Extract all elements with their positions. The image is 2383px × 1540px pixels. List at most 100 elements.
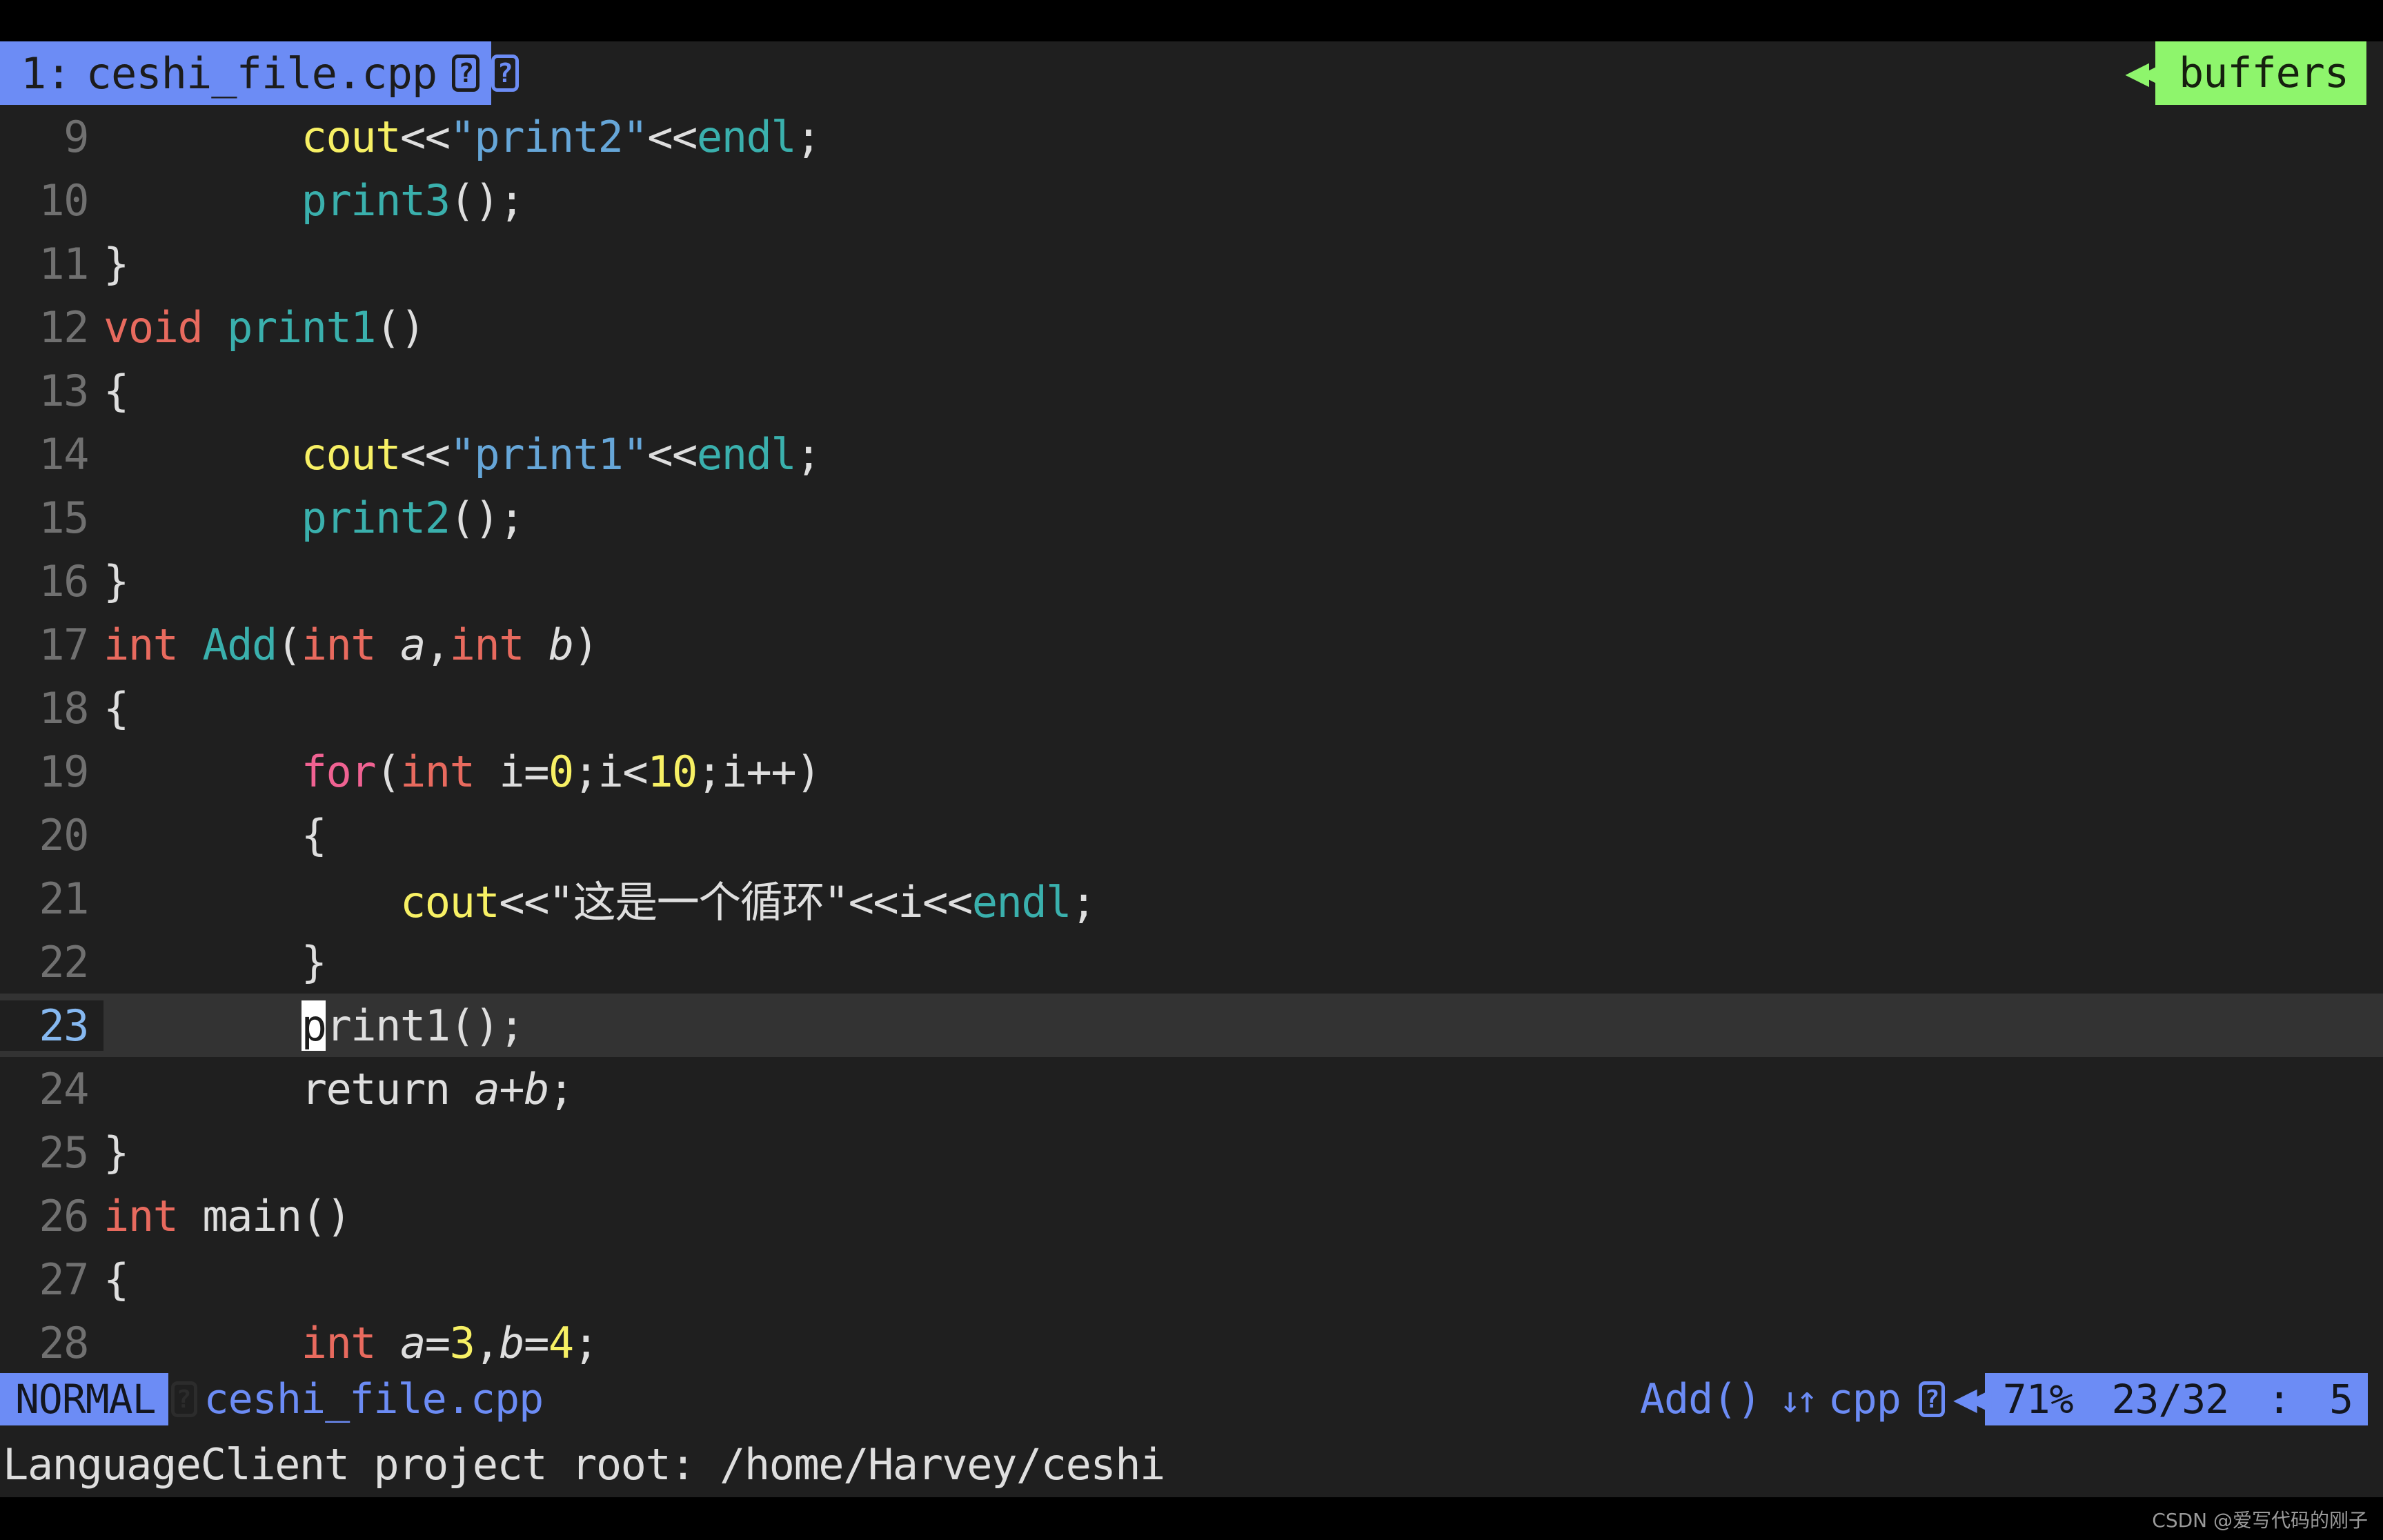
code-token: print1 [227, 302, 376, 353]
code-line[interactable]: 12 void print1() [0, 295, 2383, 359]
code-token: endl [696, 428, 797, 480]
code-token: int [301, 619, 377, 670]
code-line[interactable]: 10 print3(); [0, 168, 2383, 232]
code-line[interactable]: 9 cout<<"print2"<<endl; [0, 105, 2383, 168]
missing-glyph-icon-secondary: ? [491, 55, 520, 92]
status-filetype-glyph-icon: ? [1918, 1381, 1945, 1417]
code-line[interactable]: 23 print1(); [0, 994, 2383, 1057]
tabline: 1: ceshi_file.cpp ? ? ◀◀ buffers [0, 41, 2383, 105]
missing-glyph-icon: ? [452, 55, 480, 92]
code-token: <<i<< [848, 877, 973, 927]
code-token: a [474, 1063, 500, 1114]
code-token: } [301, 936, 327, 987]
line-content: { [103, 1254, 2383, 1305]
code-token: { [103, 1254, 129, 1305]
code-token: void [103, 302, 204, 353]
code-line[interactable]: 16} [0, 549, 2383, 613]
code-token: "这是一个循环" [548, 877, 849, 927]
code-token: cout [399, 877, 500, 927]
vim-editor-window: 1: ceshi_file.cpp ? ? ◀◀ buffers 9 cout<… [0, 0, 2383, 1540]
bottom-letterbox [0, 1497, 2383, 1540]
code-token: cout [301, 111, 402, 162]
code-token: return [301, 1063, 475, 1114]
code-token: = [524, 1317, 549, 1368]
tab-ceshi-file-cpp[interactable]: 1: ceshi_file.cpp ? [0, 41, 492, 105]
code-token: { [103, 682, 129, 733]
code-line[interactable]: 24 return a+b; [0, 1057, 2383, 1121]
message-line: LanguageClient project root: /home/Harve… [0, 1431, 2383, 1497]
line-content: } [103, 239, 2383, 289]
code-line[interactable]: 25} [0, 1121, 2383, 1184]
arrow-left-separator-icon: ◀◀ [2125, 48, 2164, 95]
line-content: } [103, 1127, 2383, 1178]
code-line[interactable]: 22 } [0, 930, 2383, 994]
status-mode-glyph-icon: ? [170, 1381, 197, 1417]
status-filetype: cpp [1828, 1375, 1901, 1423]
line-content: } [103, 937, 2383, 987]
code-line[interactable]: 26 int main() [0, 1184, 2383, 1247]
line-number: 26 [39, 1190, 89, 1241]
status-position-group: 71% 23/32 : 5 [1984, 1373, 2368, 1425]
code-token: } [103, 1127, 129, 1178]
code-token: main() [177, 1190, 351, 1241]
line-content: print3(); [103, 175, 2383, 226]
code-token: for [301, 746, 377, 797]
line-content: print2(); [103, 493, 2383, 543]
code-token: ; [1071, 877, 1096, 927]
code-line[interactable]: 20 { [0, 803, 2383, 867]
code-token: Add [202, 619, 277, 670]
code-token: int [449, 619, 525, 670]
line-content: int main() [103, 1191, 2383, 1241]
code-line[interactable]: 19 for(int i=0;i<10;i++) [0, 740, 2383, 803]
code-line[interactable]: 17 int Add(int a,int b) [0, 613, 2383, 676]
code-line[interactable]: 18 { [0, 676, 2383, 740]
code-line[interactable]: 13 { [0, 359, 2383, 422]
down-up-arrows-icon: ↓↑ [1779, 1377, 1819, 1421]
code-token: print3 [301, 175, 451, 226]
status-percent: 71% [2002, 1376, 2074, 1423]
code-token: print2 [301, 492, 451, 543]
code-line[interactable]: 11} [0, 232, 2383, 295]
code-buffer[interactable]: 9 cout<<"print2"<<endl; 10 print3(); 11} 12… [0, 105, 2383, 1368]
code-token: i= [474, 746, 549, 797]
code-token: "print2" [449, 111, 649, 162]
line-number: 13 [39, 365, 89, 416]
code-line[interactable]: 14 cout<<"print1"<<endl; [0, 422, 2383, 486]
code-line[interactable]: 28 int a=3,b=4; [0, 1311, 2383, 1368]
code-token: "print1" [449, 428, 649, 480]
line-number: 28 [39, 1317, 89, 1368]
line-number: 27 [39, 1254, 89, 1305]
line-number: 20 [39, 809, 89, 860]
line-number: 12 [39, 302, 89, 353]
code-token: << [647, 111, 698, 162]
status-function-context: Add() [1639, 1375, 1762, 1423]
statusline: NORMAL ? ceshi_file.cpp Add() ↓↑ cpp ? ◀… [0, 1368, 2383, 1431]
buffers-indicator[interactable]: ◀◀ buffers [2125, 41, 2366, 105]
code-token: endl [696, 111, 797, 162]
watermark: CSDN @爱写代码的刚子 [2152, 1509, 2368, 1532]
line-number: 19 [39, 746, 89, 797]
code-token: << [647, 428, 698, 480]
code-token: + [499, 1063, 524, 1114]
line-content: } [103, 556, 2383, 606]
code-token: { [301, 809, 327, 860]
arrow-left-separator-icon-status: ◀◀ [1952, 1374, 1992, 1421]
code-token: } [103, 238, 129, 289]
code-token: ( [375, 746, 401, 797]
code-line[interactable]: 27 { [0, 1247, 2383, 1311]
code-token: { [103, 365, 129, 416]
code-line[interactable]: 15 print2(); [0, 486, 2383, 549]
line-content: int a=3,b=4; [103, 1318, 2383, 1368]
code-token: ( [276, 619, 302, 670]
line-number: 24 [39, 1063, 89, 1114]
code-token: ; [795, 111, 821, 162]
code-token: 4 [548, 1317, 574, 1368]
code-line[interactable]: 21 cout<<"这是一个循环"<<i<<endl; [0, 867, 2383, 930]
tab-filename: ceshi_file.cpp [86, 48, 438, 99]
